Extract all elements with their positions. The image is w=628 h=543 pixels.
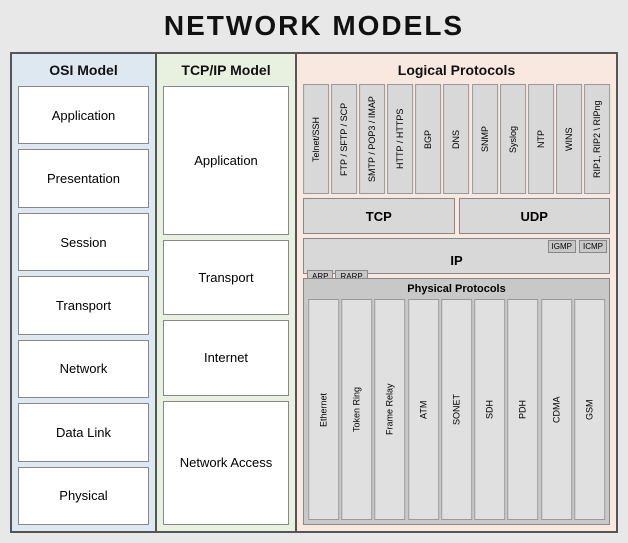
proto-bar-syslog: Syslog — [500, 84, 526, 194]
physical-title: Physical Protocols — [308, 283, 605, 295]
tcpip-layer-transport: Transport — [163, 240, 289, 315]
proto-bar-http: HTTP / HTTPS — [387, 84, 413, 194]
tcpip-title: TCP/IP Model — [163, 62, 289, 78]
phys-bar-sdh: SDH — [474, 299, 505, 520]
proto-bar-telnet: Telnet/SSH — [303, 84, 329, 194]
tcpip-layer-internet: Internet — [163, 320, 289, 395]
phys-bar-atm: ATM — [408, 299, 439, 520]
phys-bar-sonet: SONET — [441, 299, 472, 520]
proto-bar-smtp: SMTP / POP3 / IMAP — [359, 84, 385, 194]
logical-title: Logical Protocols — [303, 62, 610, 78]
osi-layers: Application Presentation Session Transpo… — [18, 86, 149, 525]
logical-inner: Telnet/SSH FTP / SFTP / SCP SMTP / POP3 … — [303, 84, 610, 525]
osi-title: OSI Model — [18, 62, 149, 78]
proto-bar-ftp: FTP / SFTP / SCP — [331, 84, 357, 194]
tcpip-layer-application: Application — [163, 86, 289, 235]
protocol-bars: Telnet/SSH FTP / SFTP / SCP SMTP / POP3 … — [303, 84, 610, 194]
phys-bars: Ethernet Token Ring Frame Relay ATM SONE… — [308, 299, 605, 520]
osi-column: OSI Model Application Presentation Sessi… — [12, 54, 157, 531]
proto-bar-dns: DNS — [443, 84, 469, 194]
ip-row: IGMP ICMP IP ARP RARP — [303, 238, 610, 274]
phys-bar-token-ring: Token Ring — [341, 299, 372, 520]
osi-layer-network: Network — [18, 340, 149, 398]
osi-layer-transport: Transport — [18, 276, 149, 334]
osi-layer-physical: Physical — [18, 467, 149, 525]
tcp-udp-row: TCP UDP — [303, 198, 610, 234]
phys-bar-pdh: PDH — [507, 299, 538, 520]
page-title: NETWORK MODELS — [164, 10, 464, 42]
logical-column: Logical Protocols Telnet/SSH FTP / SFTP … — [297, 54, 616, 531]
phys-bar-ethernet: Ethernet — [308, 299, 339, 520]
udp-box: UDP — [459, 198, 611, 234]
physical-section: Physical Protocols Ethernet Token Ring F… — [303, 278, 610, 525]
proto-bar-wins: WINS — [556, 84, 582, 194]
osi-layer-application: Application — [18, 86, 149, 144]
ip-sub-row: IGMP ICMP — [304, 239, 609, 253]
igmp-label: IGMP — [548, 240, 576, 253]
tcpip-layers: Application Transport Internet Network A… — [163, 86, 289, 525]
proto-bar-rip: RIP1, RIP2 \ RIPng — [584, 84, 610, 194]
osi-layer-datalink: Data Link — [18, 403, 149, 461]
ip-box: IGMP ICMP IP ARP RARP — [303, 238, 610, 274]
proto-bar-bgp: BGP — [415, 84, 441, 194]
tcpip-column: TCP/IP Model Application Transport Inter… — [157, 54, 297, 531]
proto-bar-ntp: NTP — [528, 84, 554, 194]
main-container: OSI Model Application Presentation Sessi… — [10, 52, 618, 533]
phys-bar-frame-relay: Frame Relay — [374, 299, 405, 520]
tcp-box: TCP — [303, 198, 455, 234]
osi-layer-presentation: Presentation — [18, 149, 149, 207]
phys-bar-cdma: CDMA — [541, 299, 572, 520]
tcpip-layer-network-access: Network Access — [163, 401, 289, 525]
ip-label: IP — [304, 253, 609, 268]
phys-bar-gsm: GSM — [574, 299, 605, 520]
proto-bar-snmp: SNMP — [472, 84, 498, 194]
icmp-label: ICMP — [579, 240, 607, 253]
osi-layer-session: Session — [18, 213, 149, 271]
